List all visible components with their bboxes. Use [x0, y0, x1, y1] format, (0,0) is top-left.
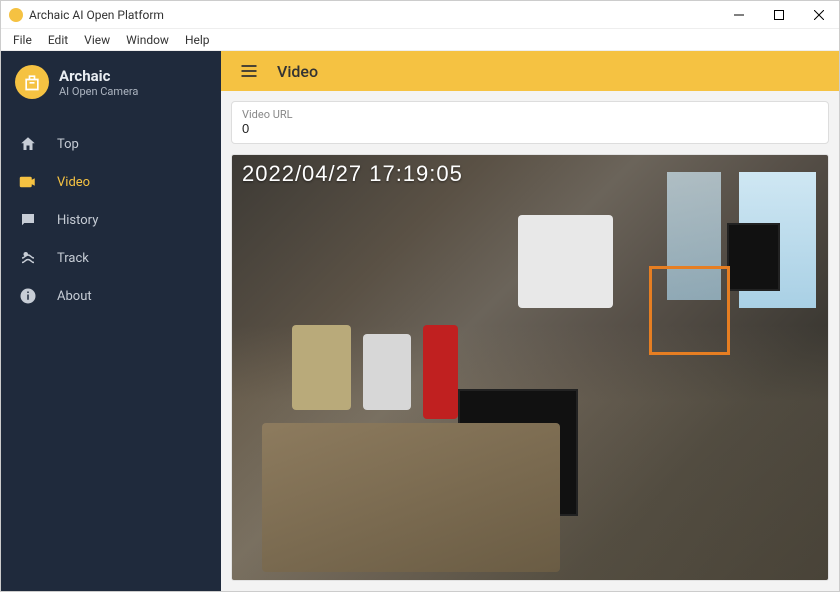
- menu-edit[interactable]: Edit: [42, 31, 74, 49]
- sidebar: Archaic AI Open Camera Top Video: [1, 51, 221, 591]
- sidebar-item-video[interactable]: Video: [1, 163, 221, 201]
- home-icon: [19, 135, 37, 153]
- sidebar-item-label: Video: [57, 175, 90, 190]
- maximize-button[interactable]: [759, 1, 799, 29]
- video-url-label: Video URL: [242, 108, 818, 121]
- brand-name: Archaic: [59, 67, 138, 85]
- sidebar-item-history[interactable]: History: [1, 201, 221, 239]
- page-title: Video: [277, 62, 318, 81]
- menu-help[interactable]: Help: [179, 31, 216, 49]
- menu-view[interactable]: View: [78, 31, 116, 49]
- sidebar-item-label: Track: [57, 251, 89, 266]
- app-icon: [9, 8, 23, 22]
- sidebar-item-top[interactable]: Top: [1, 125, 221, 163]
- minimize-button[interactable]: [719, 1, 759, 29]
- sidebar-nav: Top Video History Track: [1, 125, 221, 315]
- menu-bar: File Edit View Window Help: [1, 29, 839, 51]
- brand-block: Archaic AI Open Camera: [1, 51, 221, 117]
- window-controls: [719, 1, 839, 29]
- chat-icon: [19, 211, 37, 229]
- video-url-box[interactable]: Video URL: [231, 101, 829, 144]
- close-button[interactable]: [799, 1, 839, 29]
- content-area: Video Video URL: [221, 51, 839, 591]
- sidebar-item-label: History: [57, 213, 98, 228]
- menu-window[interactable]: Window: [120, 31, 175, 49]
- detection-box: [649, 266, 729, 355]
- video-frame: 2022/04/27 17:19:05: [231, 154, 829, 581]
- brand-subtitle: AI Open Camera: [59, 85, 138, 98]
- video-feed: [232, 155, 828, 580]
- window-titlebar: Archaic AI Open Platform: [1, 1, 839, 29]
- window-title: Archaic AI Open Platform: [29, 8, 164, 22]
- menu-file[interactable]: File: [7, 31, 38, 49]
- sidebar-item-label: Top: [57, 137, 79, 152]
- sidebar-item-about[interactable]: About: [1, 277, 221, 315]
- video-timestamp: 2022/04/27 17:19:05: [242, 161, 463, 187]
- brand-logo-icon: [15, 65, 49, 99]
- content-header: Video: [221, 51, 839, 91]
- info-icon: [19, 287, 37, 305]
- video-icon: [19, 173, 37, 191]
- video-url-input[interactable]: [242, 121, 818, 136]
- sidebar-item-track[interactable]: Track: [1, 239, 221, 277]
- track-icon: [19, 249, 37, 267]
- sidebar-item-label: About: [57, 289, 92, 304]
- hamburger-icon[interactable]: [239, 61, 259, 81]
